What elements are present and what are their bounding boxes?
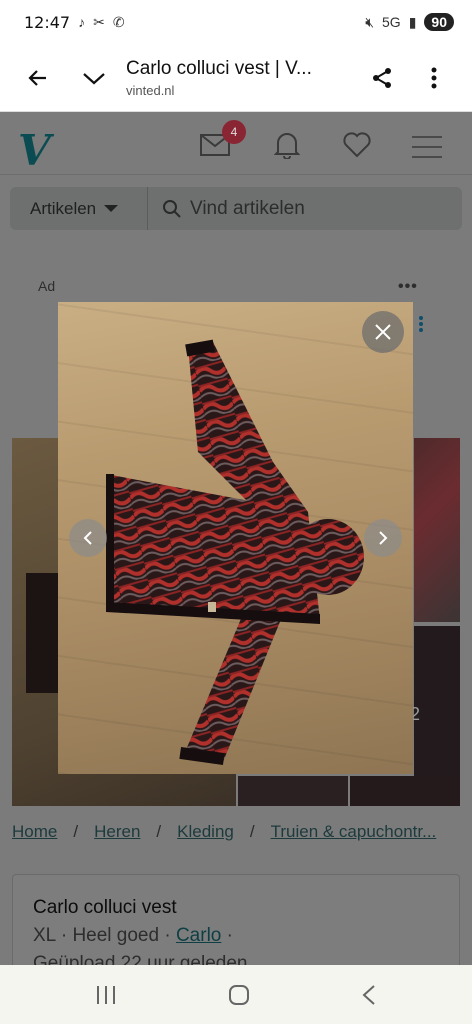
browser-toolbar: Carlo colluci vest | V... vinted.nl <box>0 44 472 112</box>
tiktok-icon: ♪ <box>78 14 86 30</box>
page-domain: vinted.nl <box>126 82 175 98</box>
gallery-thumb-4[interactable] <box>350 776 460 806</box>
chevron-down-icon <box>83 72 105 84</box>
listing-title: Carlo colluci vest <box>33 897 177 918</box>
meta-separator: · <box>55 925 73 946</box>
search-bar: Artikelen Vind artikelen <box>10 187 462 230</box>
listing-brand-link[interactable]: Carlo <box>176 925 221 946</box>
close-icon <box>375 324 391 340</box>
search-input[interactable]: Vind artikelen <box>148 198 462 220</box>
nav-divider <box>0 174 472 175</box>
ad-options-icon[interactable]: ••• <box>398 278 418 296</box>
previous-photo-button[interactable] <box>69 519 107 557</box>
photo-viewer-image[interactable] <box>58 302 413 774</box>
whatsapp-icon: ✆ <box>112 13 125 30</box>
next-photo-button[interactable] <box>364 519 402 557</box>
favorites-button[interactable] <box>340 130 374 160</box>
breadcrumb-truien[interactable]: Truien & capuchontr... <box>271 822 437 842</box>
close-viewer-button[interactable] <box>362 311 404 353</box>
chevron-right-icon <box>379 531 388 545</box>
ad-label: Ad <box>38 278 56 294</box>
page-title: Carlo colluci vest | V... <box>126 57 312 79</box>
menu-icon[interactable] <box>412 136 442 166</box>
system-navigation-bar <box>0 965 472 1024</box>
caret-down-icon <box>104 205 119 212</box>
breadcrumb-kleding[interactable]: Kleding <box>177 822 234 842</box>
vinted-logo[interactable]: V <box>18 126 51 175</box>
breadcrumb-separator: / <box>249 822 255 841</box>
gallery-thumb-1[interactable] <box>414 438 460 622</box>
share-button[interactable] <box>360 56 404 100</box>
meta-separator: · <box>159 925 176 946</box>
battery-icon: 90 <box>424 13 454 31</box>
meta-separator: · <box>221 925 233 946</box>
garment-photo <box>106 339 364 766</box>
share-icon <box>373 67 391 88</box>
network-icon: 5G <box>382 14 401 30</box>
status-bar: 12:47 ♪ ✂ ✆ 🔇︎ 5G ▮ 90 <box>0 0 472 44</box>
back-button[interactable] <box>16 56 60 100</box>
back-icon <box>28 69 46 86</box>
breadcrumb: Home / Heren / Kleding / Truien & capuch… <box>12 822 436 842</box>
collapse-button[interactable] <box>72 56 116 100</box>
listing-size: XL <box>33 925 56 946</box>
scissors-icon: ✂ <box>93 13 105 30</box>
inbox-badge: 4 <box>222 120 246 144</box>
home-icon[interactable] <box>228 984 250 1006</box>
listing-condition: Heel goed <box>72 925 160 946</box>
listing-meta: XL · Heel goed · Carlo · <box>33 925 233 947</box>
mute-icon: 🔇︎ <box>365 13 375 30</box>
signal-icon: ▮ <box>408 13 417 30</box>
bell-icon <box>274 133 300 159</box>
recent-apps-icon[interactable] <box>95 985 117 1005</box>
ad-more-icon[interactable] <box>419 316 423 334</box>
breadcrumb-separator: / <box>156 822 162 841</box>
chevron-left-icon <box>83 531 92 545</box>
more-button[interactable] <box>412 56 456 100</box>
breadcrumb-home[interactable]: Home <box>12 822 57 842</box>
breadcrumb-separator: / <box>73 822 79 841</box>
search-placeholder: Vind artikelen <box>190 197 305 219</box>
search-icon <box>163 199 181 218</box>
search-category-select[interactable]: Artikelen <box>10 187 148 230</box>
page-title-area[interactable]: Carlo colluci vest | V... vinted.nl <box>126 58 360 98</box>
status-time: 12:47 <box>24 12 71 32</box>
back-nav-icon[interactable] <box>361 984 377 1006</box>
gallery-thumb-3[interactable] <box>238 776 348 806</box>
listing-card: Carlo colluci vest XL · Heel goed · Carl… <box>12 874 460 965</box>
notifications-button[interactable] <box>270 130 304 160</box>
more-vert-icon <box>431 67 437 88</box>
search-category-label: Artikelen <box>30 198 97 218</box>
breadcrumb-heren[interactable]: Heren <box>94 822 140 842</box>
heart-icon <box>343 132 371 158</box>
listing-uploaded: Geüpload 22 uur geleden <box>33 953 248 965</box>
